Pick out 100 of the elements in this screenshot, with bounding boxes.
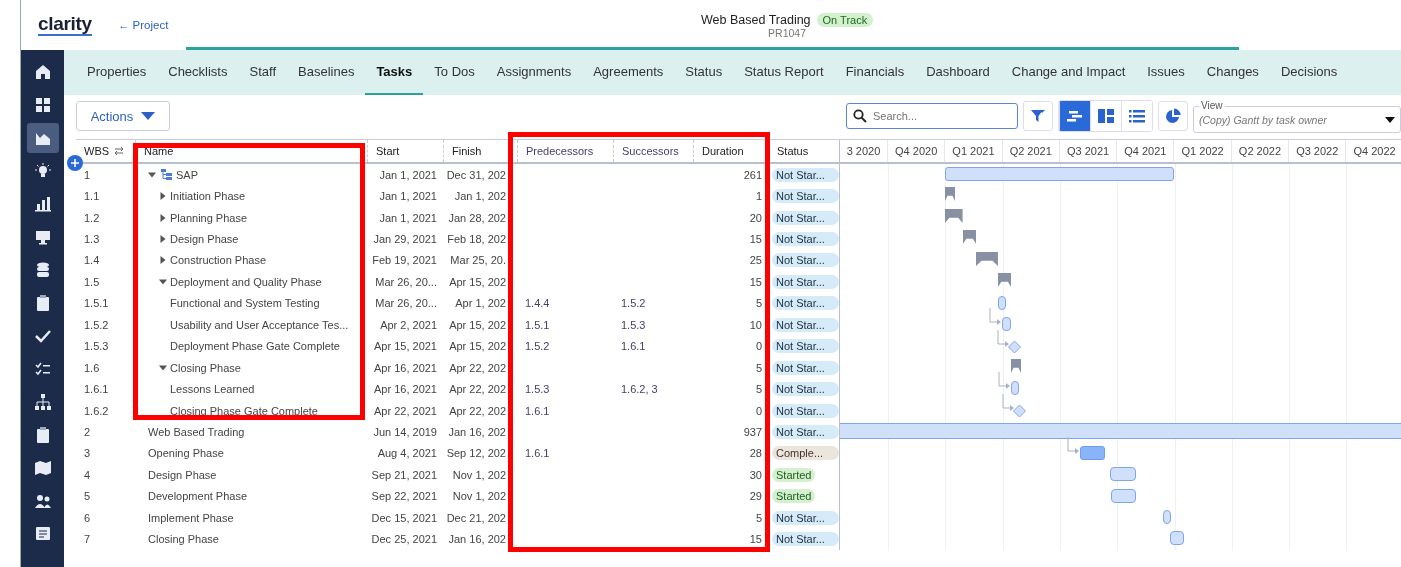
tab[interactable]: Staff [238,50,287,95]
tab[interactable]: Change and Impact [1000,50,1137,95]
finish-date: Jan 1, 202 [454,190,506,203]
column-header[interactable]: Finish [444,140,518,162]
filter-icon [1030,108,1046,124]
phase-bracket[interactable] [975,251,998,266]
task-name[interactable]: Lessons Learned [170,383,255,396]
predecessor: 1.5.1 [525,318,550,331]
finish-date: Jan 16, 202 [448,533,506,546]
logo[interactable]: clarity [38,14,92,36]
task-name[interactable]: Closing Phase [148,533,219,546]
wbs-number: 1.3 [84,233,100,246]
task-name[interactable]: Implement Phase [148,511,234,524]
status-badge: Not Star... [772,360,839,375]
expand-caret-icon[interactable] [159,192,167,201]
tab[interactable]: Financials [834,50,916,95]
duration: 5 [755,361,762,374]
tab[interactable]: Baselines [287,50,366,95]
expand-caret-icon[interactable] [159,235,167,244]
view-dropdown[interactable]: View (Copy) Gantt by task owner [1193,99,1401,133]
quarter-label: 3 2020 [840,140,888,162]
tab[interactable]: Decisions [1269,50,1349,95]
expand-caret-icon[interactable] [159,213,167,222]
task-name[interactable]: Planning Phase [170,211,248,224]
filter-button[interactable] [1023,101,1053,131]
column-header[interactable]: Successors [614,140,694,162]
gantt-icon [1066,108,1084,124]
status-badge: Started [772,489,816,504]
wbs-number: 1.6 [84,361,100,374]
phase-bracket[interactable] [962,230,976,245]
task-name[interactable]: Deployment Phase Gate Complete [170,340,340,353]
task-name[interactable]: Deployment and Quality Phase [170,275,322,288]
column-header[interactable]: Duration [694,140,769,162]
collapse-caret-icon[interactable] [148,170,156,179]
finish-date: Apr 15, 202 [449,275,506,288]
task-name[interactable]: Initiation Phase [170,190,246,203]
task-name[interactable]: Functional and System Testing [170,297,320,310]
expand-caret-icon[interactable] [159,256,167,265]
task-name[interactable]: Opening Phase [148,447,224,460]
column-header[interactable]: Name [136,140,368,162]
successor: 1.5.3 [621,318,646,331]
tab[interactable]: Dashboard [915,50,1001,95]
phase-bracket[interactable] [1010,358,1021,373]
tab[interactable]: Agreements [582,50,675,95]
start-date: Jan 29, 2021 [373,233,437,246]
status-badge: Not Star... [772,232,839,247]
duration: 10 [749,318,762,331]
quarter-label: Q4 2022 [1346,140,1401,162]
collapse-caret-icon[interactable] [159,363,167,372]
task-name[interactable]: Usability and User Acceptance Tes... [170,318,349,331]
tab[interactable]: Tasks [365,50,424,95]
successor: 1.5.2 [621,297,646,310]
phase-bracket[interactable] [997,273,1011,288]
view-toggle[interactable] [1059,101,1090,131]
task-name[interactable]: Construction Phase [170,254,266,267]
duration: 937 [743,425,762,438]
finish-date: Dec 31, 202 [446,168,506,181]
tab[interactable]: Assignments [485,50,583,95]
actions-button[interactable]: Actions [76,101,170,131]
duration: 30 [749,468,762,481]
search-field[interactable]: Search... [846,103,1018,129]
column-header[interactable]: Status [769,140,839,162]
tab[interactable]: Status Report [733,50,835,95]
task-bar[interactable] [1079,445,1105,460]
health-badge: On Track [816,13,874,27]
chart-button[interactable] [1158,101,1188,131]
project-title: Web Based Trading [701,13,811,27]
task-name[interactable]: Design Phase [170,233,239,246]
monitor-icon [33,228,52,246]
nav-button[interactable] [26,123,59,153]
finish-date: Jan 16, 202 [448,425,506,438]
finish-date: Nov 1, 202 [452,468,506,481]
phase-bracket[interactable] [945,208,963,223]
tab[interactable]: Status [674,50,734,95]
phase-bracket[interactable] [945,187,955,202]
back-link[interactable]: ← Project [117,19,169,31]
tab[interactable]: Changes [1195,50,1270,95]
view-toggle[interactable] [1121,101,1152,131]
caret-icon [1385,117,1395,123]
task-name[interactable]: SAP [176,168,198,181]
column-header[interactable]: Start [368,140,444,162]
duration: 29 [749,490,762,503]
quarter-label: Q3 2022 [1289,140,1347,162]
add-button[interactable] [67,155,83,171]
task-name[interactable]: Development Phase [148,490,248,503]
tab[interactable]: Properties [76,50,158,95]
predecessor: 1.5.3 [525,383,550,396]
task-name[interactable]: Closing Phase Gate Complete [170,404,318,417]
board-icon [1097,108,1115,124]
task-name[interactable]: Web Based Trading [148,425,245,438]
tab[interactable]: Checklists [157,50,239,95]
list-icon [1128,108,1146,124]
task-name[interactable]: Design Phase [148,468,217,481]
tab[interactable]: Issues [1136,50,1196,95]
task-name[interactable]: Closing Phase [170,361,241,374]
collapse-caret-icon[interactable] [159,277,167,286]
column-header[interactable]: Predecessors [518,140,614,162]
hierarchy-icon [161,169,173,181]
finish-date: Dec 21, 202 [446,511,506,524]
tab[interactable]: To Dos [423,50,486,95]
